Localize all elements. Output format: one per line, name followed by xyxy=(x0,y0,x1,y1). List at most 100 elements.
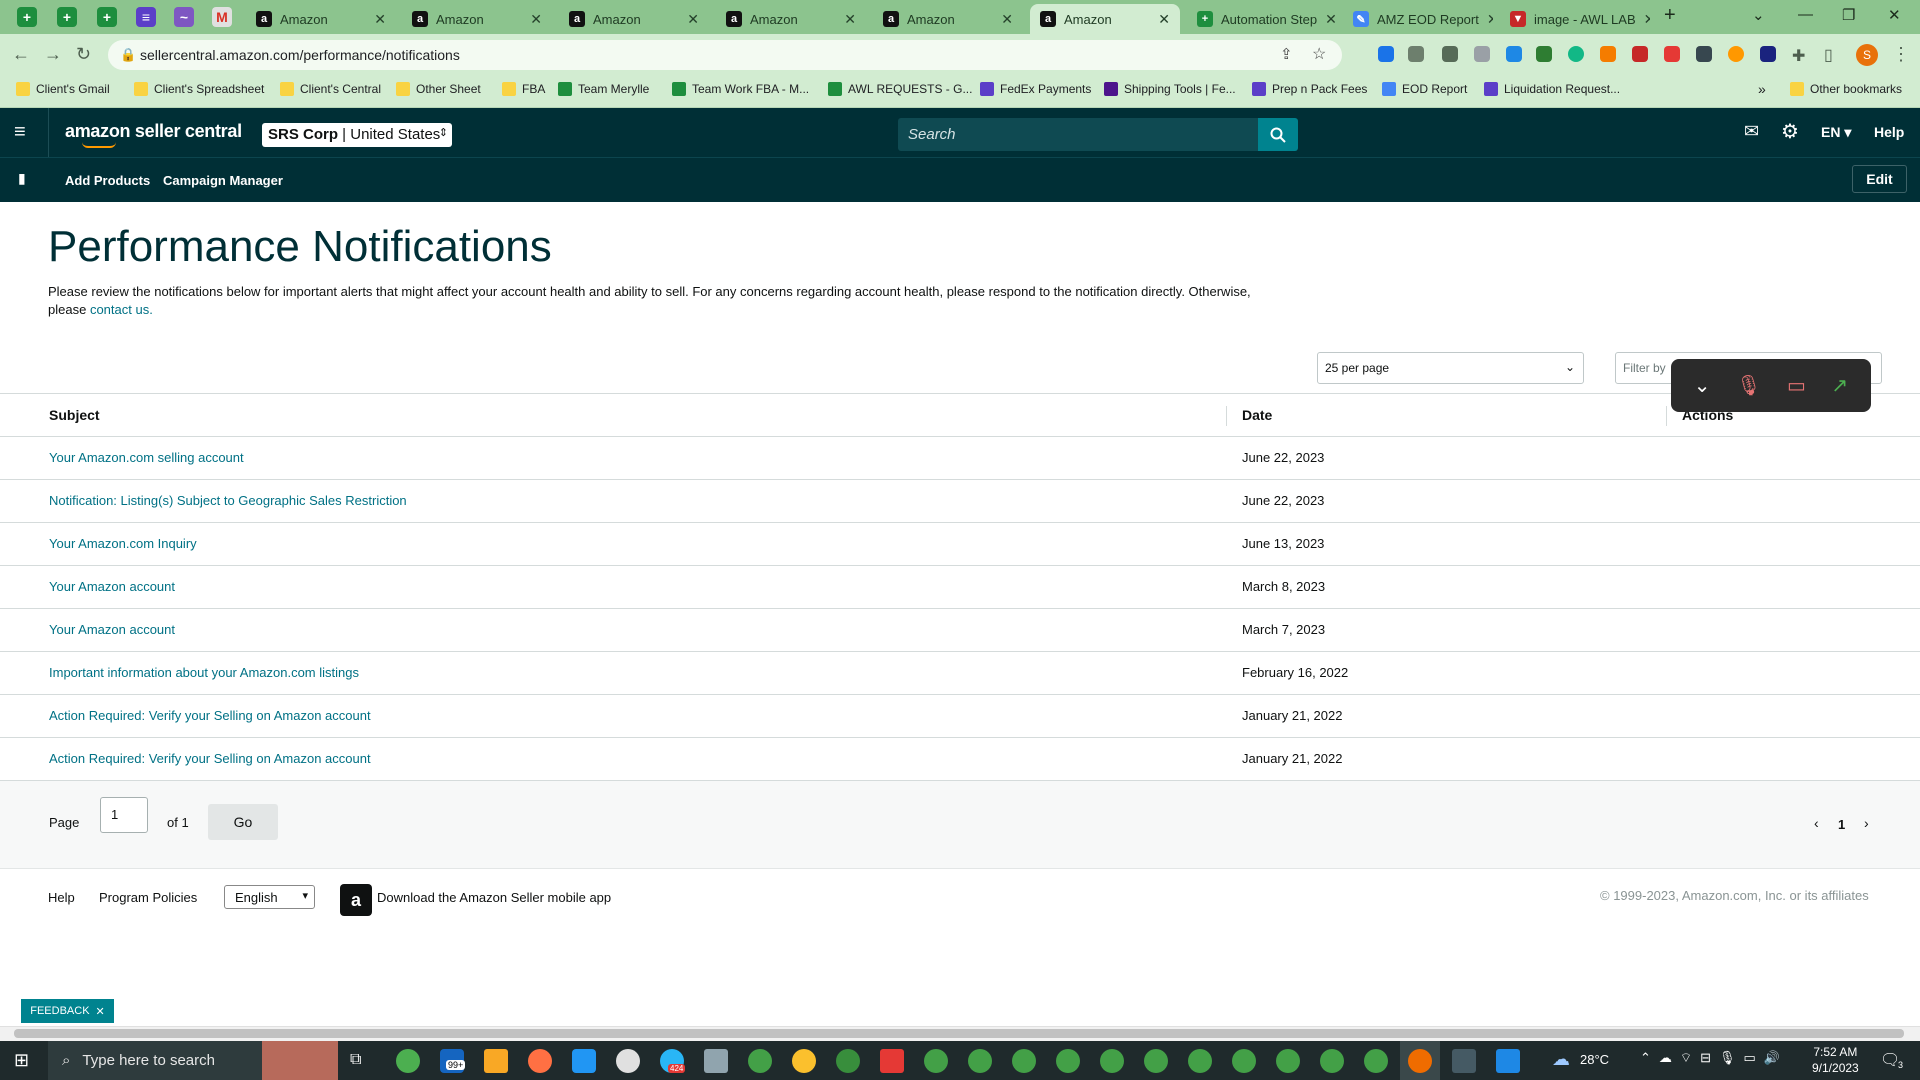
wps-icon[interactable] xyxy=(880,1049,904,1073)
footer-help-link[interactable]: Help xyxy=(48,890,75,905)
extensions-puzzle-icon[interactable]: ✚ xyxy=(1792,46,1805,66)
scrollbar-thumb[interactable] xyxy=(14,1029,1904,1038)
chrome-profile-icon[interactable] xyxy=(1276,1049,1300,1073)
amazon-seller-app-icon[interactable]: a xyxy=(340,884,372,916)
notification-subject-link[interactable]: Your Amazon.com Inquiry xyxy=(49,536,197,551)
footer-language-select[interactable]: English ▾ xyxy=(224,885,315,909)
bookmark-star-icon[interactable]: ☆ xyxy=(1312,44,1326,64)
weather-cloud-icon[interactable]: ☁ xyxy=(1552,1049,1570,1070)
close-icon[interactable]: ✕ xyxy=(1158,11,1170,28)
share-icon[interactable]: ⇪ xyxy=(1280,45,1293,63)
chrome-profile-icon[interactable] xyxy=(968,1049,992,1073)
bookmark-item[interactable]: Team Merylle xyxy=(558,82,649,96)
bookmark-item[interactable]: FedEx Payments xyxy=(980,82,1091,96)
search-button[interactable] xyxy=(1258,118,1298,151)
extension-icon[interactable] xyxy=(1506,46,1522,62)
address-bar[interactable]: 🔒 sellercentral.amazon.com/performance/n… xyxy=(108,40,1342,70)
extension-icon[interactable] xyxy=(1696,46,1712,62)
feedback-button[interactable]: FEEDBACK ✕ xyxy=(21,999,114,1023)
pinned-forms-tab[interactable]: ≡ xyxy=(136,7,156,27)
new-tab-icon[interactable]: + xyxy=(1664,4,1676,27)
go-button[interactable]: Go xyxy=(208,804,278,840)
chrome-profile-icon[interactable] xyxy=(1188,1049,1212,1073)
column-date[interactable]: Date xyxy=(1242,407,1272,423)
profile-avatar[interactable]: S xyxy=(1856,44,1878,66)
footer-program-policies-link[interactable]: Program Policies xyxy=(99,890,197,905)
close-icon[interactable]: ✕ xyxy=(530,11,542,28)
tab-automation-step[interactable]: + Automation Step ✕ xyxy=(1187,4,1337,34)
extension-icon[interactable] xyxy=(1378,46,1394,62)
calculator-icon[interactable] xyxy=(1452,1049,1476,1073)
chrome-profile-icon[interactable] xyxy=(1012,1049,1036,1073)
close-icon[interactable]: ✕ xyxy=(374,11,386,28)
prev-page-icon[interactable]: ‹ xyxy=(1814,815,1819,831)
notification-subject-link[interactable]: Important information about your Amazon.… xyxy=(49,665,359,680)
chrome-profile-icon[interactable] xyxy=(1320,1049,1344,1073)
minimize-icon[interactable]: — xyxy=(1798,6,1813,23)
bookmark-item[interactable]: Other bookmarks xyxy=(1790,82,1902,96)
hamburger-menu-icon[interactable]: ≡ xyxy=(14,121,26,144)
pinned-sheets-tab[interactable]: + xyxy=(17,7,37,27)
pinned-gmail-tab[interactable]: M xyxy=(212,7,232,27)
bookmark-item[interactable]: FBA xyxy=(502,82,545,96)
edit-nav-button[interactable]: Edit xyxy=(1852,165,1907,193)
language-selector[interactable]: EN ▾ xyxy=(1821,124,1851,141)
contact-us-link[interactable]: contact us. xyxy=(90,302,153,317)
window-close-icon[interactable]: ✕ xyxy=(1888,6,1901,24)
next-page-icon[interactable]: › xyxy=(1864,815,1869,831)
forward-icon[interactable]: → xyxy=(44,44,62,65)
chrome-profile-icon[interactable] xyxy=(792,1049,816,1073)
pinned-sheets-tab[interactable]: + xyxy=(57,7,77,27)
extension-icon[interactable] xyxy=(1664,46,1680,62)
mic-muted-icon[interactable]: 🎙 xyxy=(1736,373,1761,398)
settings-gear-icon[interactable]: ⚙ xyxy=(1781,119,1799,144)
firefox-icon[interactable] xyxy=(528,1049,552,1073)
grammarly-icon[interactable] xyxy=(1568,46,1584,62)
pinned-sheets-tab[interactable]: + xyxy=(97,7,117,27)
mail-icon[interactable]: ✉ xyxy=(1744,121,1759,142)
download-app-link[interactable]: Download the Amazon Seller mobile app xyxy=(377,890,611,905)
bookmark-icon[interactable]: ▮ xyxy=(18,170,26,187)
extension-icon[interactable] xyxy=(1760,46,1776,62)
chrome-profile-icon[interactable] xyxy=(1056,1049,1080,1073)
tab-search-icon[interactable]: ⌄ xyxy=(1752,6,1765,24)
column-subject[interactable]: Subject xyxy=(49,407,100,423)
more-bookmarks-icon[interactable]: » xyxy=(1758,81,1766,97)
system-tray-icons[interactable]: ⌃☁⌔⊟🎙▭🔊 xyxy=(1640,1050,1788,1066)
pinned-messenger-tab[interactable]: ~ xyxy=(174,7,194,27)
chrome-profile-icon[interactable] xyxy=(1232,1049,1256,1073)
search-input[interactable]: Search xyxy=(898,118,1258,151)
account-switcher[interactable]: SRS Corp | United States ⇕ xyxy=(262,123,452,147)
bookmark-item[interactable]: Client's Gmail xyxy=(16,82,110,96)
close-icon[interactable]: ✕ xyxy=(96,1005,105,1018)
close-icon[interactable]: ✕ xyxy=(1644,11,1650,28)
bookmark-item[interactable]: EOD Report xyxy=(1382,82,1467,96)
chrome-profile-icon[interactable] xyxy=(924,1049,948,1073)
nav-campaign-manager[interactable]: Campaign Manager xyxy=(163,173,283,188)
chrome-active-icon[interactable] xyxy=(1408,1049,1432,1073)
current-page[interactable]: 1 xyxy=(1838,817,1845,832)
weather-temp[interactable]: 28°C xyxy=(1580,1052,1609,1067)
app-icon[interactable] xyxy=(616,1049,640,1073)
extension-icon[interactable] xyxy=(1442,46,1458,62)
back-icon[interactable]: ← xyxy=(12,44,30,65)
tab-amazon[interactable]: a Amazon ✕ xyxy=(716,4,866,34)
extension-icon[interactable] xyxy=(1728,46,1744,62)
tab-amazon-active[interactable]: a Amazon ✕ xyxy=(1030,4,1180,34)
reload-icon[interactable]: ↻ xyxy=(76,44,91,65)
close-icon[interactable]: ✕ xyxy=(1325,11,1337,28)
tab-amazon[interactable]: a Amazon ✕ xyxy=(402,4,552,34)
chrome-profile-icon[interactable] xyxy=(748,1049,772,1073)
close-icon[interactable]: ✕ xyxy=(1487,11,1493,28)
chrome-profile-icon[interactable] xyxy=(1364,1049,1388,1073)
notification-subject-link[interactable]: Action Required: Verify your Selling on … xyxy=(49,708,371,723)
bookmark-item[interactable]: Team Work FBA - M... xyxy=(672,82,809,96)
extension-icon[interactable] xyxy=(1408,46,1424,62)
tab-amazon[interactable]: a Amazon ✕ xyxy=(873,4,1023,34)
bookmark-item[interactable]: Prep n Pack Fees xyxy=(1252,82,1367,96)
chrome-profile-icon[interactable] xyxy=(836,1049,860,1073)
camera-off-icon[interactable]: ▭ xyxy=(1787,373,1806,398)
share-screen-icon[interactable]: ↗ xyxy=(1831,373,1848,398)
extension-icon[interactable] xyxy=(1536,46,1552,62)
chrome-profile-icon[interactable] xyxy=(1100,1049,1124,1073)
